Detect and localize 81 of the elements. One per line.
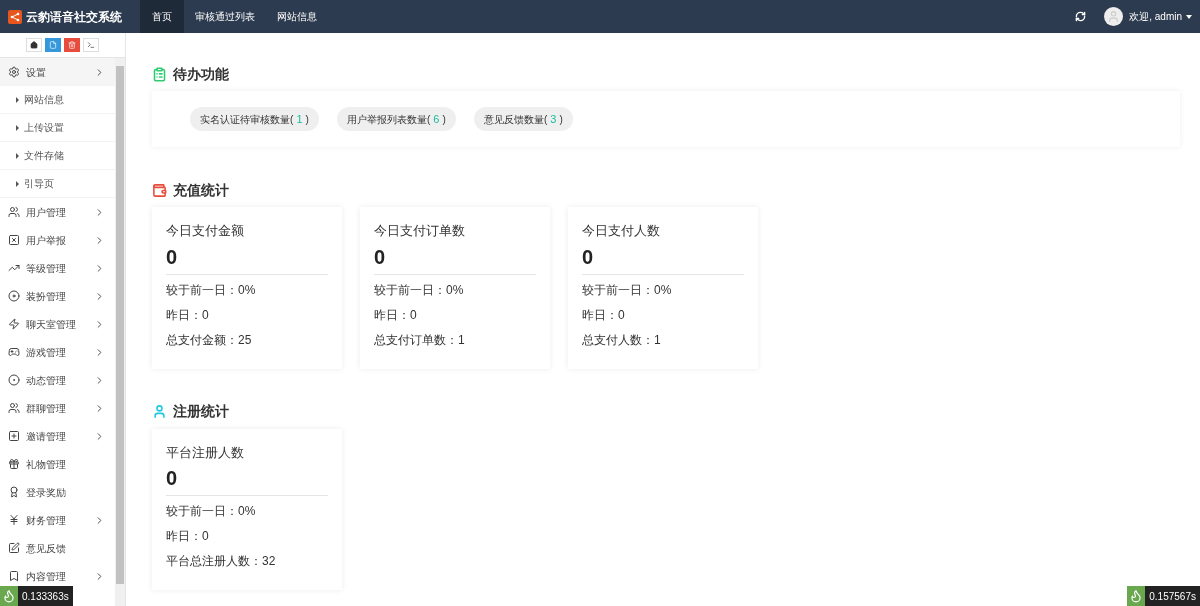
user-menu[interactable]: 欢迎, admin [1129,9,1182,24]
sidebar-item[interactable]: 登录奖励 [0,478,115,506]
caret-icon [16,124,19,131]
brand-title: 云豹语音社交系统 [26,8,122,26]
stat-line: 较于前一日：0% [166,281,257,299]
award-icon [8,486,20,498]
sidebar-item[interactable]: 等级管理 [0,254,115,282]
gamepad-icon [8,346,20,358]
caret-icon [16,96,19,103]
sidebar-item[interactable]: 装扮管理 [0,282,115,310]
yen-icon [8,514,20,526]
sidebar-item[interactable]: 礼物管理 [0,450,115,478]
trash-icon [68,41,76,49]
todo-pill[interactable]: 实名认证待审核数量( 1 ) [190,107,319,131]
clipboard-icon [152,66,167,82]
wallet-icon [152,182,167,198]
disc-icon [8,290,20,302]
stat-line: 总支付人数：1 [582,331,662,349]
refresh-icon[interactable] [1075,11,1087,22]
sidebar-item[interactable]: 动态管理 [0,366,115,394]
user-silhouette-icon [1107,10,1121,23]
caret-icon [1186,14,1192,19]
sidebar-item[interactable]: 财务管理 [0,506,115,534]
stat-line: 昨日：0 [166,306,210,324]
edit-icon [8,542,20,554]
debug-badge: 0.157567s [1127,586,1200,606]
todo-pill[interactable]: 意见反馈数量( 3 ) [473,107,573,131]
stat-line: 昨日：0 [582,306,626,324]
stat-line: 总支付金额：25 [166,331,253,349]
sidebar-item[interactable]: 设置 [0,58,115,86]
lightning-icon [8,318,20,330]
terminal-button[interactable] [83,38,99,52]
stat-line: 昨日：0 [166,528,210,545]
nav-tab[interactable]: 网站信息 [266,0,328,33]
users-icon [8,402,20,414]
todo-pill[interactable]: 用户举报列表数量( 6 ) [336,107,456,131]
sidebar-item[interactable]: 邀请管理 [0,422,115,450]
gift-icon [8,458,20,470]
stat-title: 今日支付人数 [582,222,661,240]
x-square-icon [8,234,20,246]
sidebar-item[interactable]: 游戏管理 [0,338,115,366]
logo-icon [8,9,22,24]
sidebar-item[interactable]: 聊天室管理 [0,310,115,338]
stat-value: 0 [582,244,595,270]
sidebar-item[interactable]: 用户举报 [0,226,115,254]
users-icon [8,206,20,218]
nav-tab[interactable]: 首页 [140,0,184,33]
stat-line: 总支付订单数：1 [374,331,466,349]
scrollbar[interactable] [115,58,125,606]
stat-value: 0 [374,244,387,270]
stat-value: 0 [166,244,179,270]
stat-value: 0 [166,466,179,491]
section-title: 充值统计 [173,180,229,200]
delete-button[interactable] [64,38,80,52]
settings-icon [8,66,20,78]
user-icon [152,404,167,419]
section-title: 待办功能 [173,64,229,84]
sidebar-item[interactable]: 用户管理 [0,198,115,226]
stat-line: 较于前一日：0% [166,503,257,520]
caret-icon [16,152,19,159]
avatar[interactable] [1104,7,1124,26]
sidebar-item[interactable]: 群聊管理 [0,394,115,422]
stat-title: 今日支付订单数 [374,222,466,240]
stat-line: 较于前一日：0% [582,281,673,299]
home-button[interactable] [26,38,42,52]
stat-title: 今日支付金额 [166,222,245,240]
section-title: 注册统计 [173,402,229,421]
bookmark-icon [8,570,20,582]
stat-line: 昨日：0 [374,306,418,324]
plus-square-icon [8,430,20,442]
sidebar-item[interactable]: 意见反馈 [0,534,115,562]
file-icon [49,41,57,49]
trend-line-icon [8,262,20,274]
stat-line: 平台总注册人数：32 [166,553,277,570]
debug-badge: 0.133363s [0,586,73,606]
stat-title: 平台注册人数 [166,443,245,462]
caret-icon [16,180,19,187]
stat-line: 较于前一日：0% [374,281,465,299]
nav-tab[interactable]: 审核通过列表 [184,0,266,33]
terminal-icon [87,41,95,49]
home-icon [30,41,38,49]
